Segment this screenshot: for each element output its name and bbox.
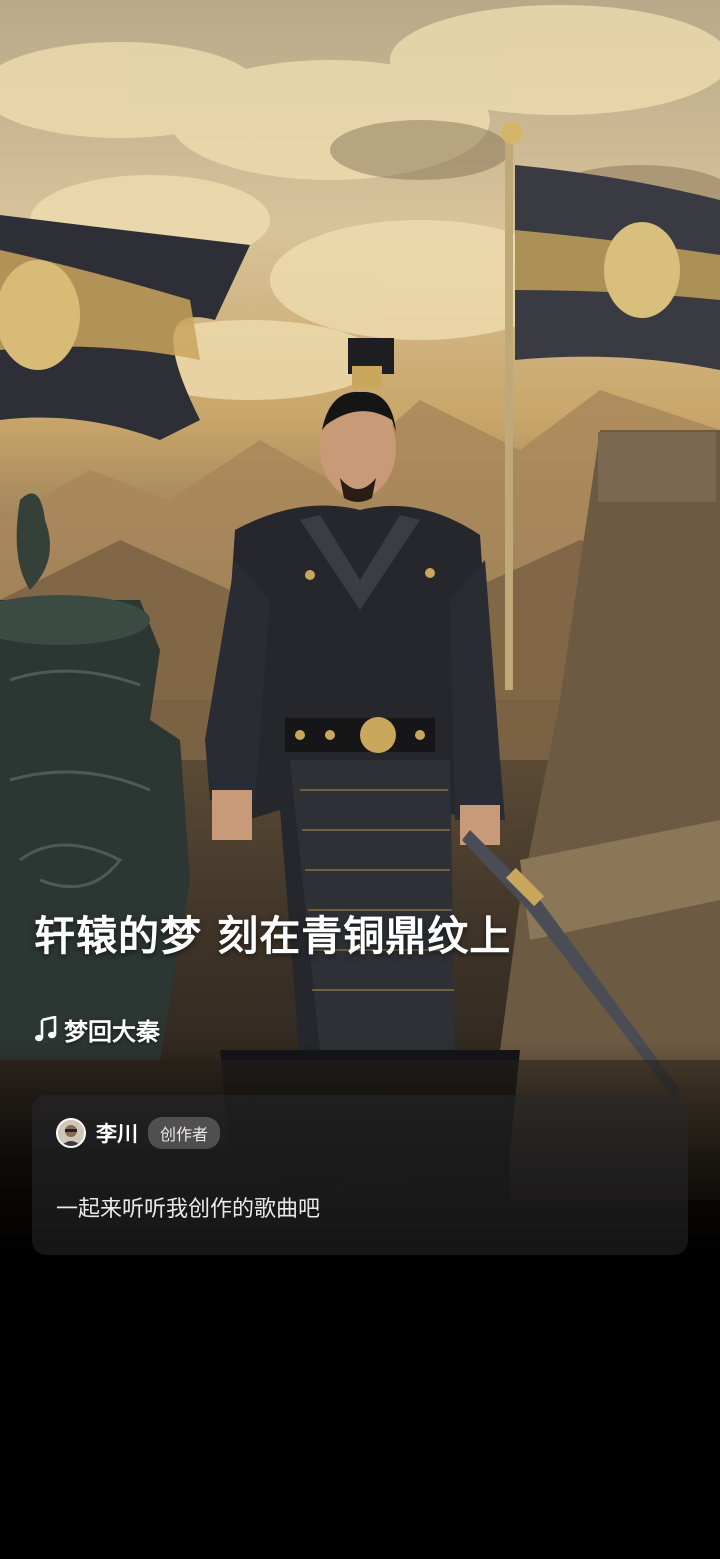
author-row[interactable]: 李川 创作者	[56, 1117, 221, 1149]
cover-artwork	[0, 0, 720, 1262]
post-text: 一起来听听我创作的歌曲吧	[56, 1197, 321, 1222]
album-name: 梦回大秦	[64, 1018, 160, 1046]
avatar[interactable]	[56, 1118, 86, 1148]
author-name[interactable]: 李川	[96, 1118, 138, 1148]
song-title: 轩辕的梦 刻在青铜鼎纹上	[34, 912, 512, 960]
avatar-image	[58, 1120, 84, 1146]
music-note-icon	[35, 1015, 57, 1041]
creator-post-card[interactable]: 李川 创作者 一起来听听我创作的歌曲吧	[32, 1095, 688, 1255]
creator-badge: 创作者	[148, 1117, 221, 1149]
album-link[interactable]: 梦回大秦	[34, 1012, 160, 1047]
